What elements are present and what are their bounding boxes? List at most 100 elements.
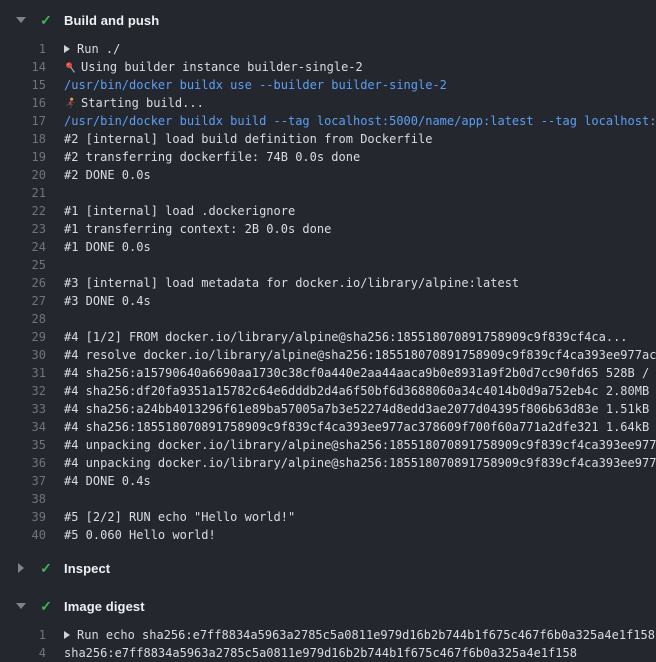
section-header-build-and-push[interactable]: ✓ Build and push: [0, 6, 656, 34]
expander-icon[interactable]: [64, 45, 70, 53]
check-icon: ✓: [39, 598, 53, 615]
log-text: #5 [2/2] RUN echo "Hello world!": [64, 508, 295, 526]
log-text: #3 DONE 0.4s: [64, 292, 151, 310]
check-icon: ✓: [39, 560, 53, 577]
log-text: Run echo sha256:e7ff8834a5963a2785c5a081…: [77, 626, 655, 644]
log-line: 15/usr/bin/docker buildx use --builder b…: [0, 76, 656, 94]
section-title: Inspect: [64, 561, 110, 576]
log-text: #5 0.060 Hello world!: [64, 526, 216, 544]
workflow-log: ✓ Build and push 1Run ./14Using builder …: [0, 0, 656, 662]
log-text: #1 DONE 0.0s: [64, 238, 151, 256]
log-line: 19 #2 transferring dockerfile: 74B 0.0s d…: [0, 148, 656, 166]
line-number[interactable]: 27: [0, 292, 46, 310]
line-number[interactable]: 31: [0, 364, 46, 382]
line-number[interactable]: 34: [0, 418, 46, 436]
log-line: 17/usr/bin/docker buildx build --tag loc…: [0, 112, 656, 130]
log-line: 4 sha256:e7ff8834a5963a2785c5a0811e979d16…: [0, 644, 656, 662]
log-text: #4 DONE 0.4s: [64, 472, 151, 490]
line-number[interactable]: 39: [0, 508, 46, 526]
log-line: 33 #4 sha256:a24bb4013296f61e89ba57005a7b…: [0, 400, 656, 418]
log-text: #3 [internal] load metadata for docker.i…: [64, 274, 519, 292]
log-line: 1 Run echo sha256:e7ff8834a5963a2785c5a08…: [0, 626, 656, 644]
log-line: 37 #4 DONE 0.4s: [0, 472, 656, 490]
log-text: #4 unpacking docker.io/library/alpine@sh…: [64, 454, 656, 472]
chevron-down-icon[interactable]: [16, 17, 26, 23]
log-lines-build-and-push: 1 Run ./ 14 Using builder instance builder-…: [0, 40, 656, 544]
expander-icon[interactable]: [64, 631, 70, 639]
log-text: #1 [internal] load .dockerignore: [64, 202, 295, 220]
log-text: #4 [1/2] FROM docker.io/library/alpine@s…: [64, 328, 628, 346]
line-number[interactable]: 20: [0, 166, 46, 184]
log-text: #4 sha256:a24bb4013296f61e89ba57005a7b3e…: [64, 400, 656, 418]
log-line: 26 #3 [internal] load metadata for docker…: [0, 274, 656, 292]
log-text: #4 sha256:a15790640a6690aa1730c38cf0a440…: [64, 364, 656, 382]
line-number[interactable]: 1: [0, 626, 46, 644]
line-number[interactable]: 25: [0, 256, 46, 274]
check-icon: ✓: [39, 12, 53, 29]
log-text: #2 transferring dockerfile: 74B 0.0s don…: [64, 148, 360, 166]
runner-icon: [64, 97, 77, 110]
log-text: /usr/bin/docker buildx use --builder bui…: [64, 76, 447, 94]
line-number[interactable]: 32: [0, 382, 46, 400]
log-line: 20#2 DONE 0.0s: [0, 166, 656, 184]
log-text: Using builder instance builder-single-2: [81, 58, 363, 76]
log-text: Run ./: [77, 40, 120, 58]
log-line: 36 #4 unpacking docker.io/library/alpine@…: [0, 454, 656, 472]
chevron-right-icon[interactable]: [16, 563, 26, 573]
log-line: 31 #4 sha256:a15790640a6690aa1730c38cf0a4…: [0, 364, 656, 382]
log-line: 22 #1 [internal] load .dockerignore: [0, 202, 656, 220]
line-number[interactable]: 24: [0, 238, 46, 256]
log-line: 25: [0, 256, 656, 274]
log-line: 18#2 [internal] load build definition fr…: [0, 130, 656, 148]
section-header-image-digest[interactable]: ✓ Image digest: [0, 592, 656, 620]
log-text: /usr/bin/docker buildx build --tag local…: [64, 112, 656, 130]
line-number[interactable]: 29: [0, 328, 46, 346]
line-number[interactable]: 26: [0, 274, 46, 292]
log-line: 14 Using builder instance builder-single-…: [0, 58, 656, 76]
pushpin-icon: [64, 61, 77, 74]
log-line: 35 #4 unpacking docker.io/library/alpine@…: [0, 436, 656, 454]
line-number[interactable]: 33: [0, 400, 46, 418]
line-number[interactable]: 14: [0, 58, 46, 76]
line-number[interactable]: 16: [0, 94, 46, 112]
log-line: 30 #4 resolve docker.io/library/alpine@sh…: [0, 346, 656, 364]
log-text: #4 sha256:df20fa9351a15782c64e6dddb2d4a6…: [64, 382, 656, 400]
section-title: Image digest: [64, 599, 145, 614]
log-line: 29 #4 [1/2] FROM docker.io/library/alpine…: [0, 328, 656, 346]
log-lines-image-digest: 1 Run echo sha256:e7ff8834a5963a2785c5a08…: [0, 626, 656, 662]
log-text: Starting build...: [81, 94, 204, 112]
log-line: 34 #4 sha256:185518070891758909c9f839cf4c…: [0, 418, 656, 436]
section-title: Build and push: [64, 13, 159, 28]
line-number[interactable]: 40: [0, 526, 46, 544]
line-number[interactable]: 21: [0, 184, 46, 202]
line-number[interactable]: 38: [0, 490, 46, 508]
line-number[interactable]: 22: [0, 202, 46, 220]
section-header-inspect[interactable]: ✓ Inspect: [0, 554, 656, 582]
line-number[interactable]: 28: [0, 310, 46, 328]
line-number[interactable]: 17: [0, 112, 46, 130]
chevron-down-icon[interactable]: [16, 603, 26, 609]
line-number[interactable]: 1: [0, 40, 46, 58]
log-line: 40 #5 0.060 Hello world!: [0, 526, 656, 544]
line-number[interactable]: 4: [0, 644, 46, 662]
line-number[interactable]: 37: [0, 472, 46, 490]
line-number[interactable]: 36: [0, 454, 46, 472]
line-number[interactable]: 19: [0, 148, 46, 166]
log-group-image-digest: ✓ Image digest 1 Run echo sha256:e7ff8834…: [0, 592, 656, 662]
line-number[interactable]: 23: [0, 220, 46, 238]
log-line: 23#1 transferring context: 2B 0.0s done: [0, 220, 656, 238]
log-text: #4 resolve docker.io/library/alpine@sha2…: [64, 346, 656, 364]
log-text: sha256:e7ff8834a5963a2785c5a0811e979d16b…: [64, 644, 577, 662]
line-number[interactable]: 30: [0, 346, 46, 364]
log-text: #4 sha256:185518070891758909c9f839cf4ca3…: [64, 418, 656, 436]
log-line: 27 #3 DONE 0.4s: [0, 292, 656, 310]
log-line: 28: [0, 310, 656, 328]
log-line: 38: [0, 490, 656, 508]
log-text: #4 unpacking docker.io/library/alpine@sh…: [64, 436, 656, 454]
line-number[interactable]: 35: [0, 436, 46, 454]
log-line: 16 Starting build...: [0, 94, 656, 112]
log-line: 21: [0, 184, 656, 202]
log-line: 1 Run ./: [0, 40, 656, 58]
line-number[interactable]: 15: [0, 76, 46, 94]
line-number[interactable]: 18: [0, 130, 46, 148]
